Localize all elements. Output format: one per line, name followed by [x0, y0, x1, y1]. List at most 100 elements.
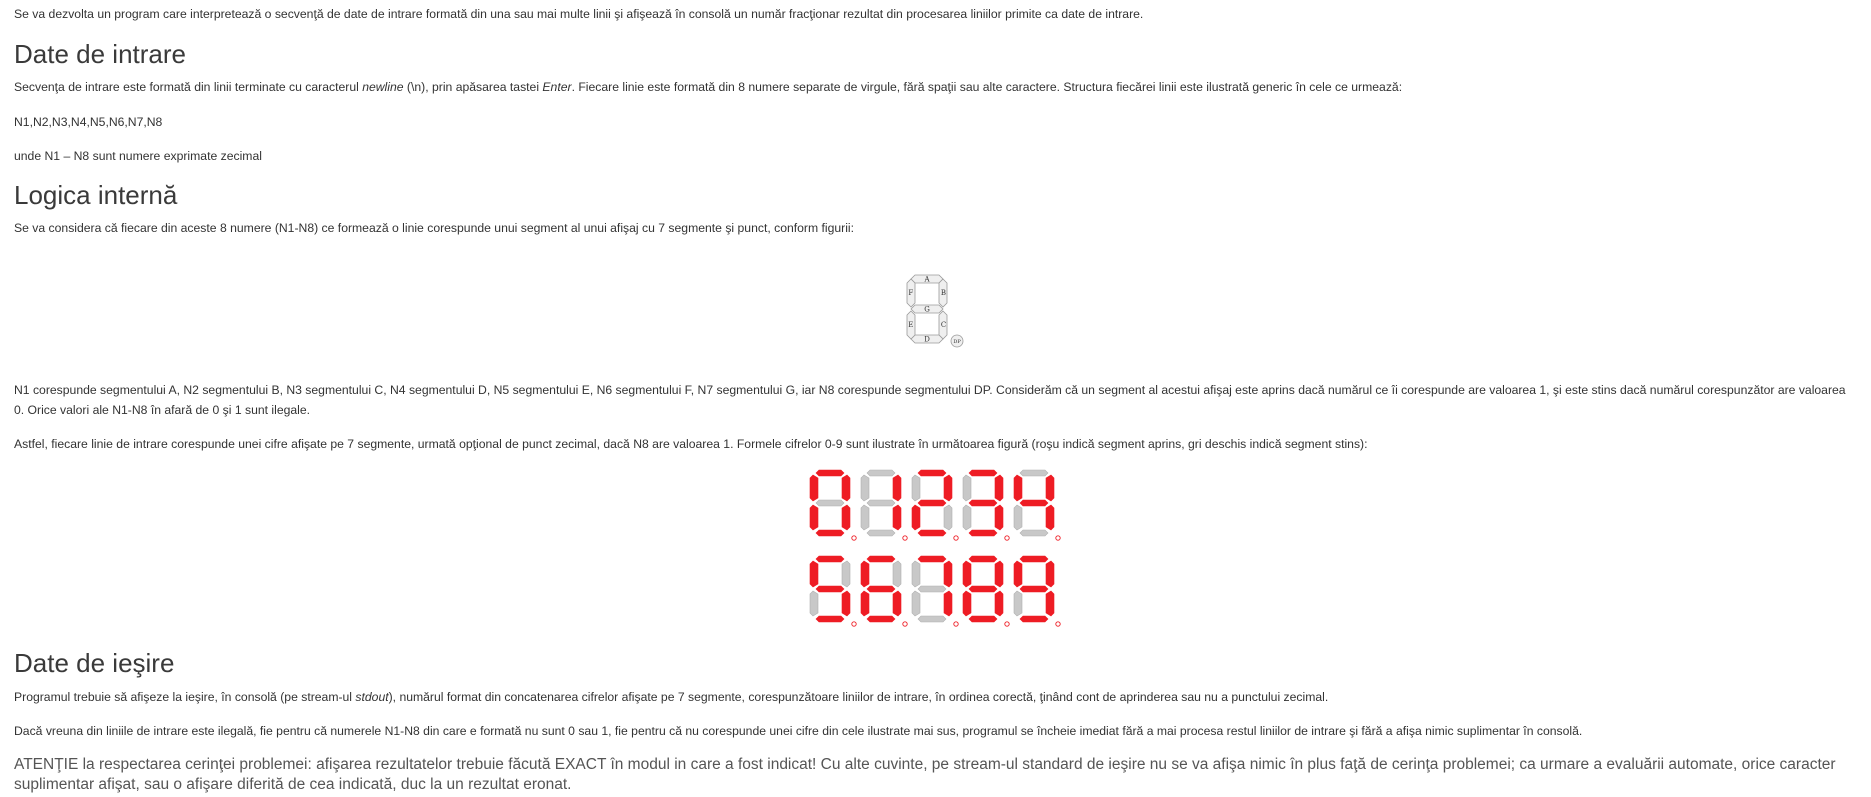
- enter-term: Enter: [542, 80, 572, 94]
- digit-7-segment-dp: [953, 621, 959, 627]
- digit-4-segment-a: [1019, 469, 1049, 477]
- digit-9-segment-b: [1045, 560, 1055, 588]
- digit-5-segment-g: [815, 585, 845, 593]
- digit-4-segment-g: [1019, 499, 1049, 507]
- format-line: N1,N2,N3,N4,N5,N6,N7,N8: [14, 115, 163, 129]
- logic-paragraph-2: N1 corespunde segmentului A, N2 segmentu…: [14, 383, 1846, 417]
- label-a: A: [923, 276, 930, 284]
- digit-7-segment-f: [911, 560, 921, 588]
- newline-term: newline: [362, 80, 404, 94]
- digit-3-segment-d: [968, 529, 998, 537]
- input-text-3: . Fiecare linie este formată din 8 numer…: [571, 80, 1403, 94]
- digit-6-segment-g: [866, 585, 896, 593]
- digit-3-segment-e: [962, 504, 972, 531]
- logic-paragraph-3: Astfel, fiecare linie de intrare corespu…: [14, 437, 1368, 451]
- output-paragraph-1: Programul trebuie să afişeze la ieşire, …: [14, 687, 1328, 707]
- digit-6-segment-a: [866, 555, 896, 563]
- label-f: F: [908, 289, 913, 297]
- digit-7-segment-a: [917, 555, 947, 563]
- digit-8-segment-f: [962, 560, 972, 588]
- digit-6-segment-c: [892, 590, 902, 617]
- digit-2-segment-c: [943, 504, 953, 531]
- digit-5: [809, 555, 857, 627]
- digit-6-segment-b: [892, 560, 902, 588]
- digit-8-segment-dp: [1004, 621, 1010, 627]
- digit-4-segment-c: [1045, 504, 1055, 531]
- digit-3-segment-a: [968, 469, 998, 477]
- digit-1-segment-g: [866, 499, 896, 507]
- label-dp: DP: [953, 339, 961, 345]
- digit-9-segment-e: [1013, 590, 1023, 617]
- digit-5-segment-dp: [851, 621, 857, 627]
- digit-6-segment-f: [860, 560, 870, 588]
- digit-1-segment-f: [860, 474, 870, 502]
- digit-9-segment-dp: [1055, 621, 1061, 627]
- digit-0-segment-dp: [851, 535, 857, 541]
- digit-5-segment-b: [841, 560, 851, 588]
- digit-2-segment-dp: [953, 535, 959, 541]
- digit-7-segment-e: [911, 590, 921, 617]
- digit-5-segment-e: [809, 590, 819, 617]
- attention-note: ATENŢIE la respectarea cerinţei probleme…: [14, 756, 1836, 793]
- digit-7-segment-b: [943, 560, 953, 588]
- label-g: G: [924, 306, 930, 314]
- output-text-1: Programul trebuie să afişeze la ieşire, …: [14, 690, 356, 704]
- digit-6-segment-d: [866, 615, 896, 623]
- digit-6-segment-dp: [902, 621, 908, 627]
- label-b: B: [941, 289, 946, 297]
- input-heading: Date de intrare: [14, 39, 186, 69]
- digit-3-segment-dp: [1004, 535, 1010, 541]
- digit-4-segment-e: [1013, 504, 1023, 531]
- digit-1: [860, 469, 908, 541]
- digit-6: [860, 555, 908, 627]
- digit-6-segment-e: [860, 590, 870, 617]
- digit-8: [962, 555, 1010, 627]
- digit-7-segment-g: [917, 585, 947, 593]
- digit-1-segment-d: [866, 529, 896, 537]
- digit-8-segment-d: [968, 615, 998, 623]
- digit-1-segment-e: [860, 504, 870, 531]
- label-c: C: [941, 321, 946, 329]
- digit-5-segment-a: [815, 555, 845, 563]
- output-paragraph-2: Dacă vreuna din liniile de intrare este …: [14, 724, 1583, 738]
- digit-2-segment-d: [917, 529, 947, 537]
- stdout-term: stdout: [355, 690, 389, 704]
- digit-9-segment-g: [1019, 585, 1049, 593]
- digit-8-segment-e: [962, 590, 972, 617]
- digit-2-segment-a: [917, 469, 947, 477]
- digit-9-segment-f: [1013, 560, 1023, 588]
- digit-0-segment-b: [841, 474, 851, 502]
- digit-9-segment-d: [1019, 615, 1049, 623]
- digit-4-segment-d: [1019, 529, 1049, 537]
- digit-2-segment-g: [917, 499, 947, 507]
- digit-0-segment-e: [809, 504, 819, 531]
- digit-8-segment-g: [968, 585, 998, 593]
- digit-7: [911, 555, 959, 627]
- digit-3-segment-b: [994, 474, 1004, 502]
- digit-0-segment-d: [815, 529, 845, 537]
- digit-2-segment-f: [911, 474, 921, 502]
- output-text-2: ), numărul format din concatenarea cifre…: [388, 690, 1329, 704]
- digit-1-segment-dp: [902, 535, 908, 541]
- digit-9-segment-c: [1045, 590, 1055, 617]
- digit-2: [911, 469, 959, 541]
- digit-9-segment-a: [1019, 555, 1049, 563]
- digits-figure: [809, 469, 1061, 627]
- digit-3-segment-f: [962, 474, 972, 502]
- digit-0-segment-g: [815, 499, 845, 507]
- where-line: unde N1 – N8 sunt numere exprimate zecim…: [14, 149, 262, 163]
- digit-1-segment-a: [866, 469, 896, 477]
- digit-5-segment-c: [841, 590, 851, 617]
- digit-0-segment-f: [809, 474, 819, 502]
- digit-3-segment-g: [968, 499, 998, 507]
- digit-4-segment-dp: [1055, 535, 1061, 541]
- label-d: D: [924, 336, 930, 344]
- digit-4-segment-f: [1013, 474, 1023, 502]
- digit-8-segment-a: [968, 555, 998, 563]
- label-e: E: [908, 321, 913, 329]
- digit-8-segment-c: [994, 590, 1004, 617]
- digit-8-segment-b: [994, 560, 1004, 588]
- digit-0-segment-a: [815, 469, 845, 477]
- digit-2-segment-b: [943, 474, 953, 502]
- digit-3: [962, 469, 1010, 541]
